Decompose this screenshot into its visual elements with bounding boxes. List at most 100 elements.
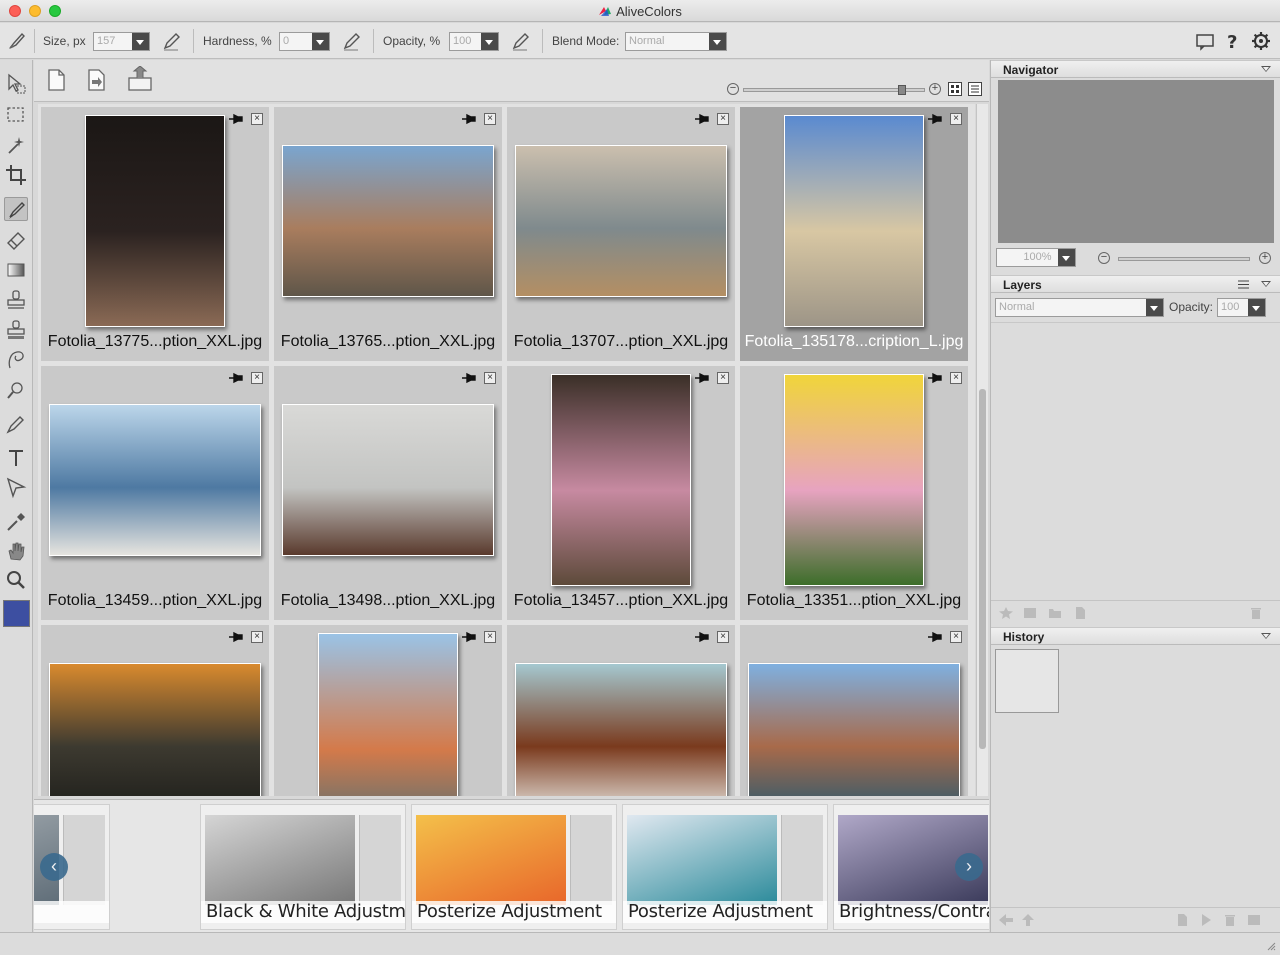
thumbnail-cell[interactable]: × Fotolia_13459...ption_XXL.jpg <box>41 366 269 620</box>
thumbnail-cell[interactable]: × Fotolia_13498...ption_XXL.jpg <box>274 366 502 620</box>
healing-tool[interactable] <box>4 378 28 402</box>
pin-icon[interactable] <box>229 631 243 643</box>
close-thumbnail-icon[interactable]: × <box>251 372 263 384</box>
carousel-slide[interactable]: Posterize Adjustment <box>411 804 617 930</box>
close-thumbnail-icon[interactable]: × <box>251 631 263 643</box>
fx-star-icon[interactable] <box>999 607 1013 619</box>
chevron-down-icon[interactable] <box>709 33 726 50</box>
thumbnail-cell[interactable]: × Fotolia_135178...cription_L.jpg <box>740 107 968 361</box>
thumbnail-image[interactable] <box>748 663 960 796</box>
navigator-header[interactable]: Navigator <box>991 60 1280 78</box>
move-selection-tool[interactable] <box>4 72 28 96</box>
thumbnail-image[interactable] <box>282 145 494 297</box>
hardness-combo[interactable]: 0 <box>279 32 330 51</box>
chevron-down-icon[interactable] <box>481 33 498 50</box>
thumbnail-cell[interactable]: × <box>507 625 735 796</box>
redo-arrow-icon[interactable] <box>1021 914 1035 926</box>
gradient-tool[interactable] <box>4 258 28 282</box>
close-thumbnail-icon[interactable]: × <box>950 372 962 384</box>
thumbnail-cell[interactable]: × <box>41 625 269 796</box>
rect-select-tool[interactable] <box>4 103 28 127</box>
zoom-out-button[interactable]: − <box>727 83 739 95</box>
list-view-icon[interactable] <box>968 82 982 96</box>
layer-opacity-combo[interactable]: 100 <box>1217 298 1266 317</box>
zoom-tool[interactable] <box>4 568 28 592</box>
folder-icon[interactable] <box>1048 607 1062 619</box>
navigator-zoom-in-button[interactable]: + <box>1259 252 1271 264</box>
hardness-pressure-icon[interactable] <box>341 30 363 52</box>
zoom-in-button[interactable]: + <box>929 83 941 95</box>
chevron-down-icon[interactable] <box>312 33 329 50</box>
pencil-tool[interactable] <box>4 412 28 436</box>
mask-icon[interactable] <box>1023 607 1037 619</box>
new-document-icon[interactable] <box>42 66 70 94</box>
carousel-slide[interactable]: Posterize Adjustment <box>622 804 828 930</box>
chevron-down-icon[interactable] <box>1058 249 1075 266</box>
pin-icon[interactable] <box>229 372 243 384</box>
crop-tool[interactable] <box>4 163 28 187</box>
close-thumbnail-icon[interactable]: × <box>717 372 729 384</box>
collapse-icon[interactable] <box>1261 633 1271 639</box>
size-pressure-icon[interactable] <box>161 30 183 52</box>
resize-grip-icon[interactable] <box>1266 941 1276 951</box>
clone-tool[interactable] <box>4 318 28 342</box>
new-snapshot-icon[interactable] <box>1175 914 1189 926</box>
navigator-zoom-combo[interactable]: 100% <box>996 248 1076 267</box>
opacity-combo[interactable]: 100 <box>449 32 499 51</box>
pin-icon[interactable] <box>462 372 476 384</box>
thumbnail-cell[interactable]: × Fotolia_13351...ption_XXL.jpg <box>740 366 968 620</box>
thumbnail-cell[interactable]: × <box>740 625 968 796</box>
grid-view-icon[interactable] <box>948 82 962 96</box>
carousel-next-button[interactable]: › <box>955 853 983 881</box>
pin-icon[interactable] <box>462 113 476 125</box>
foreground-color-swatch[interactable] <box>3 600 30 627</box>
pin-icon[interactable] <box>229 113 243 125</box>
close-thumbnail-icon[interactable]: × <box>717 631 729 643</box>
undo-arrow-icon[interactable] <box>999 914 1013 926</box>
blend-mode-combo[interactable]: Normal <box>625 32 727 51</box>
carousel-prev-button[interactable]: ‹ <box>40 853 68 881</box>
grid-scrollbar[interactable] <box>976 104 988 796</box>
thumbnail-image[interactable] <box>85 115 225 327</box>
close-thumbnail-icon[interactable]: × <box>484 631 496 643</box>
thumbnail-cell[interactable]: × Fotolia_13775...ption_XXL.jpg <box>41 107 269 361</box>
chevron-down-icon[interactable] <box>132 33 149 50</box>
delete-history-icon[interactable] <box>1223 914 1237 926</box>
size-combo[interactable]: 157 <box>93 32 150 51</box>
navigator-preview[interactable] <box>998 80 1274 243</box>
new-layer-icon[interactable] <box>1073 607 1087 619</box>
layers-menu-icon[interactable] <box>1238 280 1249 289</box>
pin-icon[interactable] <box>928 372 942 384</box>
pin-icon[interactable] <box>462 631 476 643</box>
chevron-down-icon[interactable] <box>1248 299 1265 316</box>
eyedropper-tool[interactable] <box>4 510 28 534</box>
thumbnail-image[interactable] <box>551 374 691 586</box>
close-thumbnail-icon[interactable]: × <box>251 113 263 125</box>
brush-tool[interactable] <box>4 197 28 221</box>
thumbnail-size-slider-handle[interactable] <box>898 85 906 95</box>
thumbnail-cell[interactable]: × Fotolia_13765...ption_XXL.jpg <box>274 107 502 361</box>
layers-header[interactable]: Layers <box>991 275 1280 293</box>
thumbnail-image[interactable] <box>318 633 458 796</box>
navigator-zoom-out-button[interactable]: − <box>1098 252 1110 264</box>
history-header[interactable]: History <box>991 627 1280 645</box>
thumbnail-image[interactable] <box>784 374 924 586</box>
pin-icon[interactable] <box>695 631 709 643</box>
history-list[interactable] <box>991 647 1280 907</box>
history-menu-icon[interactable] <box>1247 914 1261 926</box>
collapse-icon[interactable] <box>1261 66 1271 72</box>
export-icon[interactable] <box>125 66 153 94</box>
opacity-pressure-icon[interactable] <box>510 30 532 52</box>
pin-icon[interactable] <box>695 372 709 384</box>
scrollbar-thumb[interactable] <box>979 389 986 749</box>
close-thumbnail-icon[interactable]: × <box>717 113 729 125</box>
thumbnail-image[interactable] <box>282 404 494 556</box>
magic-wand-tool[interactable] <box>4 133 28 157</box>
thumbnail-image[interactable] <box>784 115 924 327</box>
layers-list[interactable] <box>991 322 1280 600</box>
thumbnail-cell[interactable]: × <box>274 625 502 796</box>
thumbnail-image[interactable] <box>515 145 727 297</box>
navigator-zoom-slider[interactable] <box>1118 257 1250 261</box>
delete-layer-icon[interactable] <box>1249 607 1263 619</box>
close-thumbnail-icon[interactable]: × <box>950 631 962 643</box>
